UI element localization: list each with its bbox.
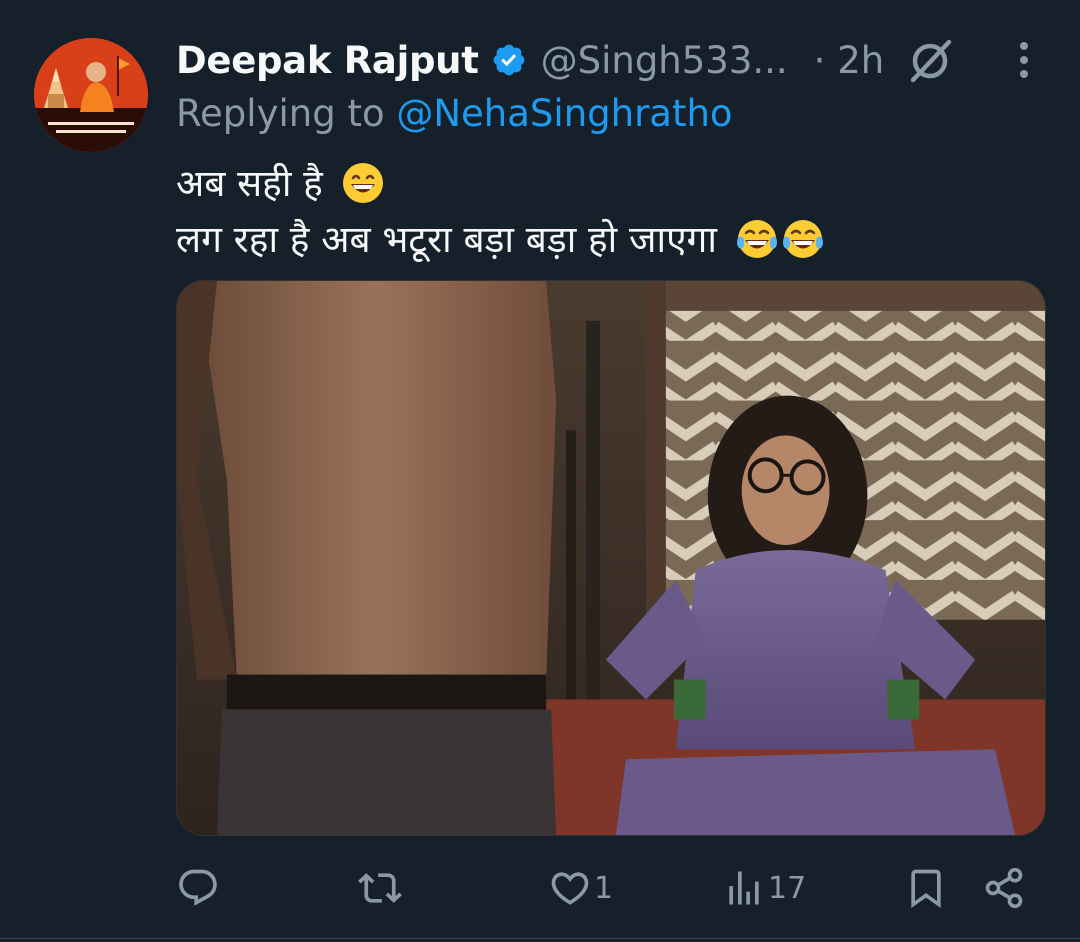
retweet-button[interactable] [358,858,404,918]
reply-button[interactable] [176,858,222,918]
views-count: 17 [768,870,807,906]
heart-icon [551,872,589,905]
tweet-header: Deepak Rajput @Singh533... · 2h [176,30,884,90]
tweet-divider [0,938,1080,939]
tears-of-joy-emoji [782,220,823,258]
tweet-text-line2: लग रहा है अब भटूरा बड़ा बड़ा हो जाएगा [176,218,717,261]
reply-icon [179,869,217,906]
more-vertical-icon[interactable] [1004,40,1044,80]
views-button[interactable]: 17 [722,858,806,918]
tweet-timestamp[interactable]: · 2h [814,39,885,82]
tears-of-joy-emoji [736,220,777,258]
grinning-face-emoji [342,163,383,203]
grok-icon[interactable] [905,36,955,86]
share-icon [985,867,1023,909]
tweet[interactable]: Deepak Rajput @Singh533... · 2h Replying… [0,0,1080,942]
verified-badge-icon [493,44,524,76]
reply-mention-link[interactable]: @NehaSinghratho [396,92,732,135]
share-button[interactable] [982,858,1026,918]
bookmark-button[interactable] [904,858,948,918]
author-handle[interactable]: @Singh533... [541,39,788,82]
retweet-icon [358,873,402,903]
tweet-text-line: अब सही है [176,156,1036,212]
bookmark-icon [911,869,941,909]
tweet-media-image[interactable] [176,280,1046,836]
views-icon [729,871,759,905]
like-count: 1 [594,870,614,906]
author-display-name[interactable]: Deepak Rajput [176,39,479,82]
avatar[interactable] [34,38,148,152]
like-button[interactable]: 1 [548,858,613,918]
tweet-text-line: लग रहा है अब भटूरा बड़ा बड़ा हो जाएगा [176,212,1036,268]
tweet-action-bar: 1 17 [176,858,1046,918]
reply-context: Replying to @NehaSinghratho [176,92,733,142]
reply-prefix: Replying to [176,92,397,135]
tweet-text-line1: अब सही है [176,162,323,205]
tweet-text: अब सही है लग रहा है अब भटूरा बड़ा बड़ा ह… [176,156,1036,268]
